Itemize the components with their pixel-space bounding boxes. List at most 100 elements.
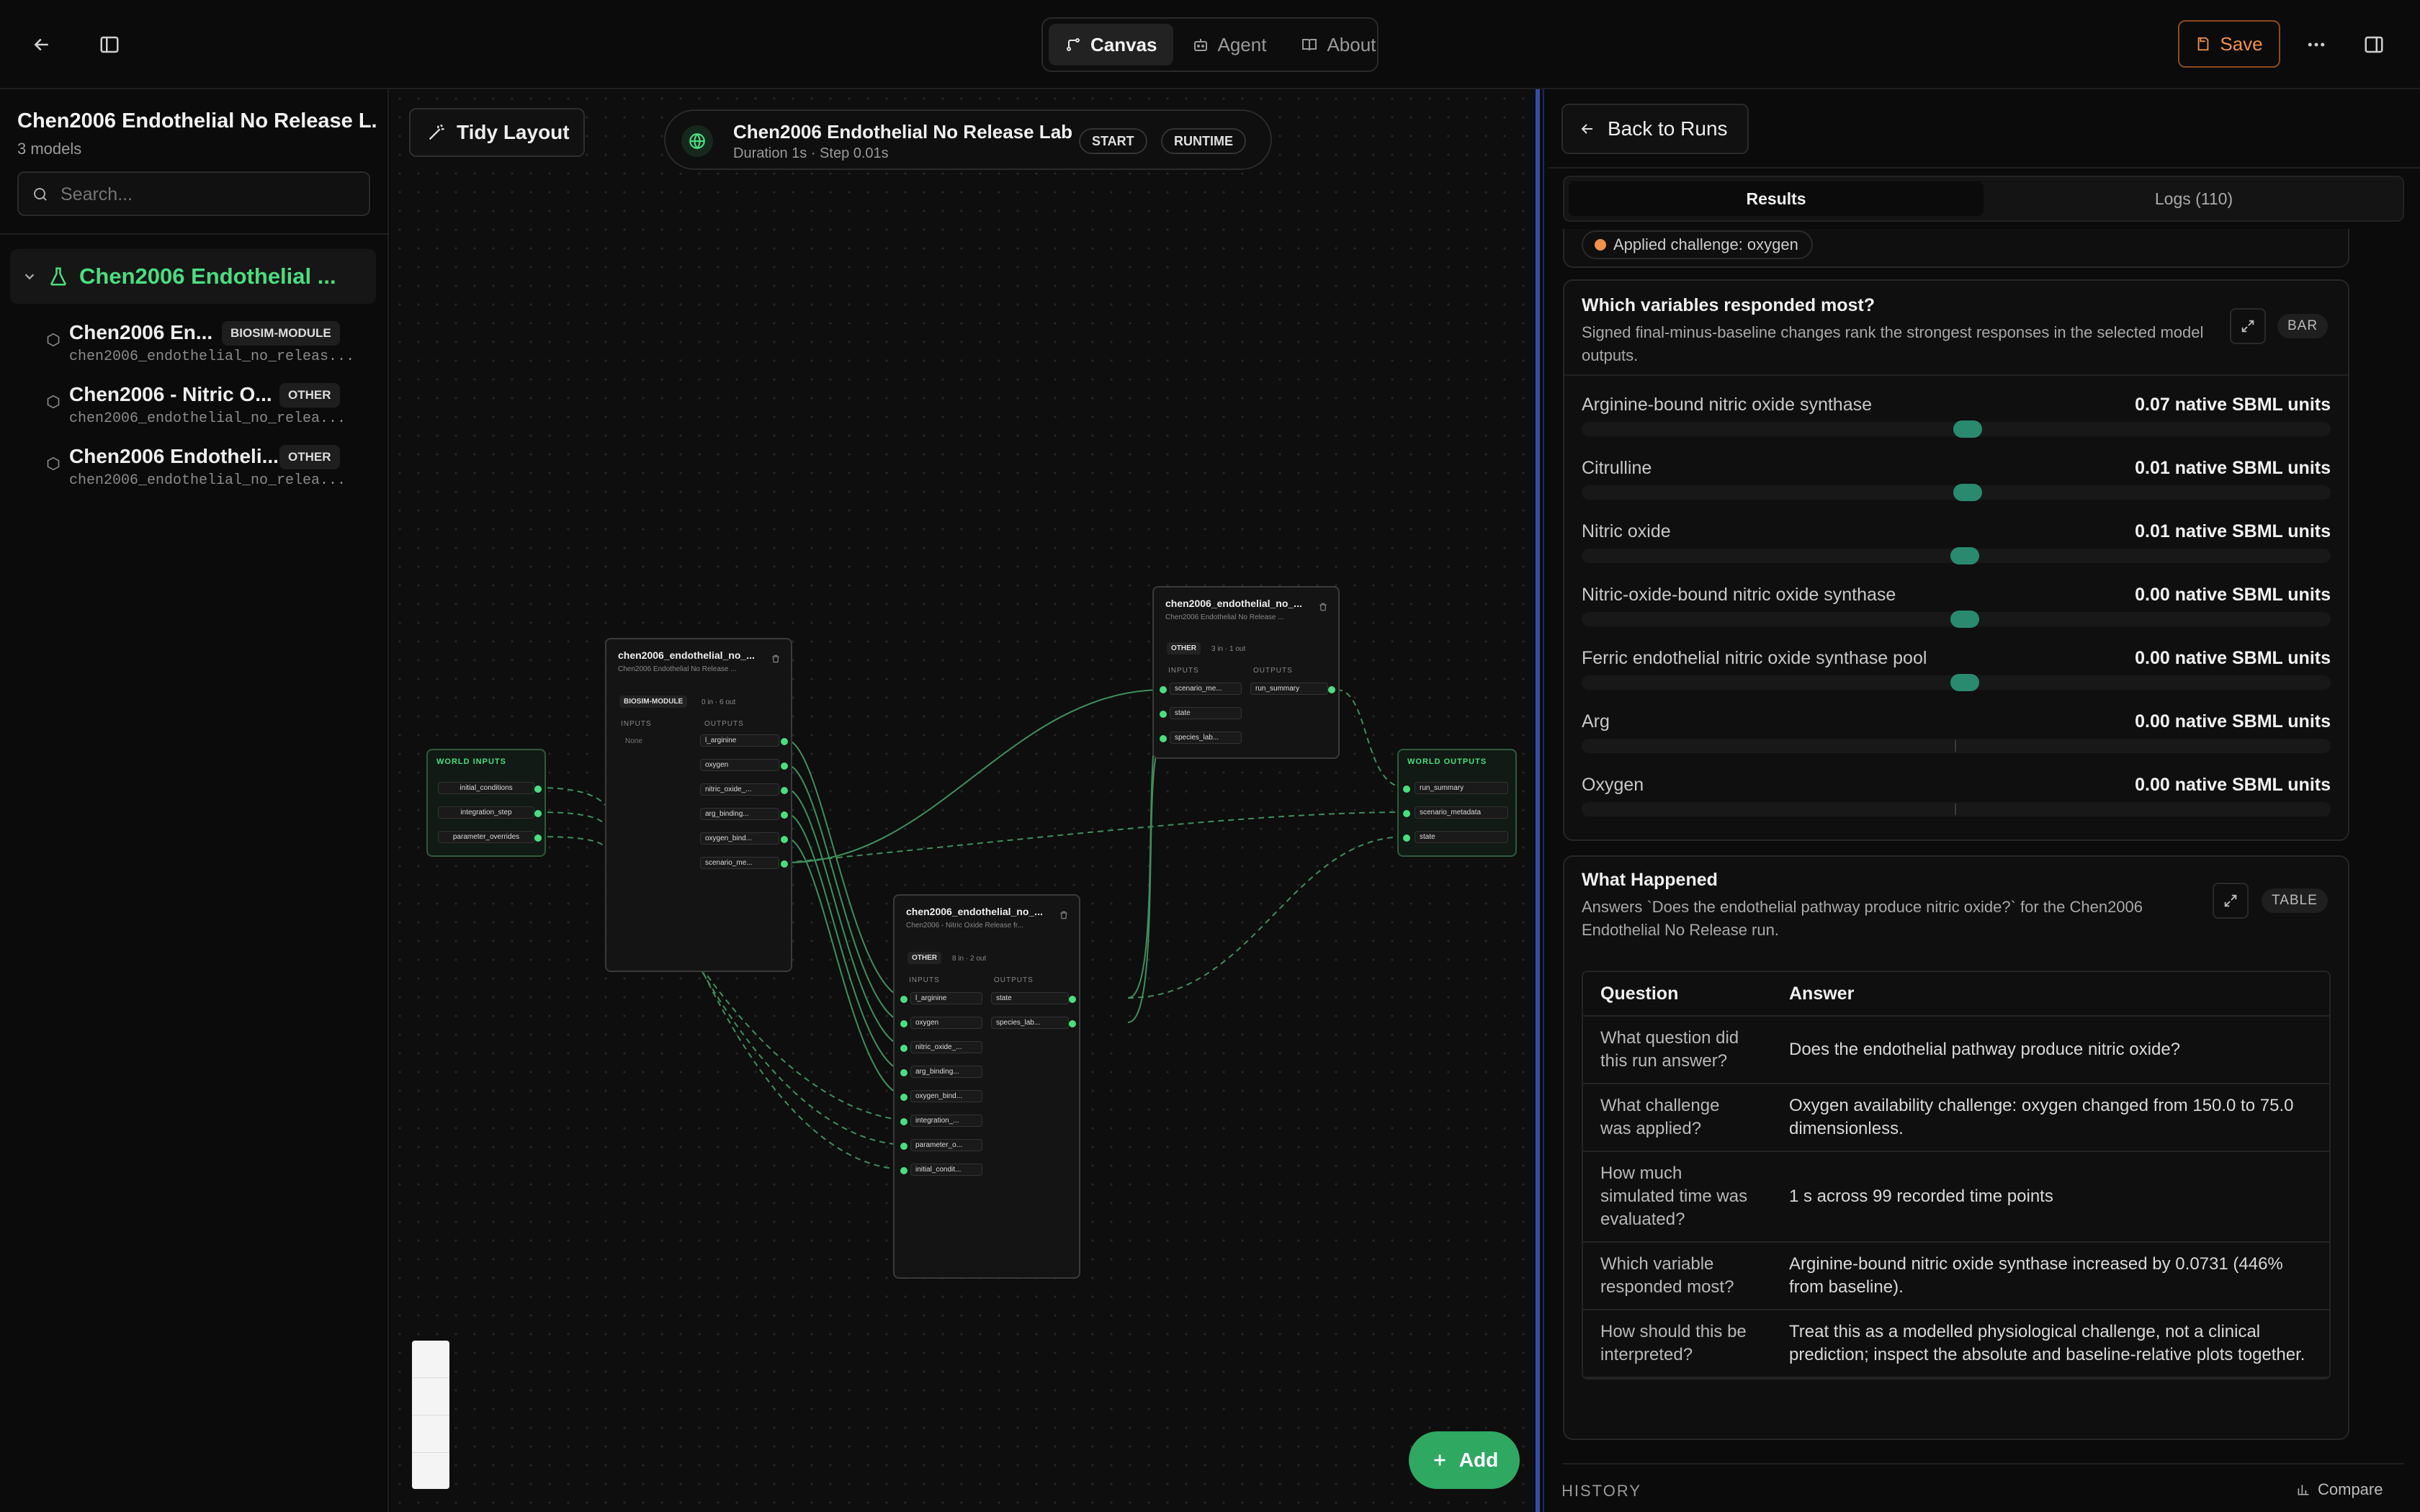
trash-icon[interactable] <box>1318 602 1328 612</box>
robot-icon <box>1193 39 1207 51</box>
module-node[interactable]: chen2006_endothelial_no_... Chen2006 - N… <box>893 894 1080 1279</box>
output-port[interactable] <box>781 787 788 794</box>
input-port[interactable] <box>900 1069 908 1076</box>
output-port[interactable] <box>534 810 542 817</box>
back-to-runs-button[interactable]: Back to Runs <box>1561 104 1749 154</box>
model-item[interactable]: Chen2006 En... BIOSIM-MODULE chen2006_en… <box>43 318 382 369</box>
output-port-label: run_summary <box>1250 683 1328 695</box>
tab-about[interactable]: About <box>1285 24 1392 66</box>
table-header-row: Question Answer <box>1583 972 2329 1017</box>
input-port[interactable] <box>900 1143 908 1150</box>
input-port[interactable] <box>1160 735 1167 742</box>
sidebar-toggle-icon[interactable] <box>92 27 127 62</box>
graph-canvas[interactable]: Tidy Layout Chen2006 Endothelial No Rele… <box>390 89 1536 1512</box>
input-port[interactable] <box>1160 711 1167 718</box>
outputs-label: OUTPUTS <box>1253 667 1293 675</box>
trash-icon[interactable] <box>1059 910 1069 920</box>
save-label: Save <box>2220 32 2263 55</box>
response-marker <box>1950 674 1979 691</box>
module-node[interactable]: chen2006_endothelial_no_... Chen2006 End… <box>1152 586 1340 759</box>
variable-name: Ferric endothelial nitric oxide synthase… <box>1582 648 1927 668</box>
input-port[interactable] <box>900 996 908 1003</box>
lock-button[interactable] <box>412 1453 449 1489</box>
zoom-in-button[interactable] <box>412 1341 449 1378</box>
add-button[interactable]: Add <box>1409 1431 1520 1489</box>
expand-icon[interactable] <box>2213 883 2249 919</box>
more-options-icon[interactable] <box>2299 27 2334 62</box>
zoom-out-button[interactable] <box>412 1378 449 1416</box>
response-row: Nitric-oxide-bound nitric oxide synthase… <box>1582 585 2331 628</box>
output-port-label: species_lab... <box>991 1017 1069 1029</box>
search-field[interactable] <box>17 171 370 216</box>
output-port[interactable] <box>1328 686 1335 693</box>
model-item[interactable]: Chen2006 Endotheli... OTHER chen2006_end… <box>43 442 382 492</box>
output-port-label: scenario_me... <box>700 857 779 869</box>
world-output-port[interactable]: scenario_metadata <box>1415 806 1508 819</box>
history-label: HISTORY <box>1563 1482 1641 1500</box>
tab-results[interactable]: Results <box>1569 181 1984 216</box>
world-outputs-node[interactable]: WORLD OUTPUTS run_summary scenario_metad… <box>1397 749 1517 857</box>
variable-name: Arginine-bound nitric oxide synthase <box>1582 395 1873 415</box>
model-item[interactable]: Chen2006 - Nitric O... OTHER chen2006_en… <box>43 380 382 431</box>
response-track <box>1582 420 2331 438</box>
input-port[interactable] <box>1403 834 1410 842</box>
save-button[interactable]: Save <box>2178 20 2280 68</box>
expand-icon[interactable] <box>2230 308 2266 344</box>
node-badge: BIOSIM-MODULE <box>619 696 688 708</box>
variable-name: Arg <box>1582 711 1610 732</box>
output-port[interactable] <box>781 762 788 770</box>
output-port[interactable] <box>781 811 788 819</box>
input-port[interactable] <box>900 1045 908 1052</box>
world-input-port[interactable]: parameter_overrides <box>438 831 534 843</box>
tab-logs[interactable]: Logs (110) <box>1986 181 2401 216</box>
tab-agent[interactable]: Agent <box>1176 24 1283 66</box>
results-scroll[interactable]: Applied challenge: oxygen Which variable… <box>1563 229 2404 1512</box>
input-port[interactable] <box>900 1118 908 1125</box>
divider <box>0 233 389 235</box>
answer-cell: Treat this as a modelled physiological c… <box>1772 1310 2329 1378</box>
compare-label: Compare <box>2318 1480 2383 1498</box>
input-port[interactable] <box>900 1167 908 1174</box>
response-row: Arg 0.00 native SBML units <box>1582 711 2331 753</box>
warning-dot-icon <box>1595 239 1606 251</box>
variable-name: Citrulline <box>1582 458 1652 478</box>
panel-resize-handle[interactable] <box>1536 89 1540 1512</box>
right-panel-toggle-icon[interactable] <box>2357 27 2391 62</box>
output-port[interactable] <box>781 738 788 745</box>
input-port-label: oxygen <box>910 1017 982 1029</box>
flask-icon <box>50 267 66 286</box>
input-port[interactable] <box>1403 786 1410 793</box>
output-port[interactable] <box>534 834 542 842</box>
node-badge: OTHER <box>908 952 941 964</box>
input-port-label: scenario_me... <box>1170 683 1242 695</box>
world-output-port[interactable]: run_summary <box>1415 782 1508 794</box>
world-input-port[interactable]: initial_conditions <box>438 782 534 794</box>
back-arrow-icon[interactable] <box>24 27 59 62</box>
zoom-controls <box>412 1341 449 1489</box>
input-port[interactable] <box>1403 810 1410 817</box>
input-port[interactable] <box>1160 686 1167 693</box>
compare-button[interactable]: Compare <box>2296 1480 2383 1499</box>
fit-view-button[interactable] <box>412 1416 449 1453</box>
search-input[interactable] <box>60 180 363 209</box>
graph-edges <box>537 689 1407 1170</box>
output-port[interactable] <box>1069 996 1076 1003</box>
node-title: chen2006_endothelial_no_... <box>1165 598 1302 609</box>
tab-canvas[interactable]: Canvas <box>1049 24 1173 66</box>
outputs-label: OUTPUTS <box>994 976 1034 984</box>
world-output-port[interactable]: state <box>1415 831 1508 843</box>
world-inputs-node[interactable]: WORLD INPUTS initial_conditions integrat… <box>426 749 546 857</box>
hexagon-icon <box>47 333 60 347</box>
module-node[interactable]: chen2006_endothelial_no_... Chen2006 End… <box>605 638 792 972</box>
output-port[interactable] <box>781 836 788 843</box>
node-io-count: 0 in · 6 out <box>702 698 736 706</box>
output-port[interactable] <box>534 786 542 793</box>
trash-icon[interactable] <box>771 654 781 664</box>
table-row: What question did this run answer? Does … <box>1583 1016 2329 1084</box>
input-port[interactable] <box>900 1020 908 1027</box>
output-port[interactable] <box>781 860 788 868</box>
world-input-port[interactable]: integration_step <box>438 806 534 819</box>
input-port[interactable] <box>900 1094 908 1101</box>
model-group[interactable]: Chen2006 Endothelial ... <box>10 249 376 304</box>
output-port[interactable] <box>1069 1020 1076 1027</box>
